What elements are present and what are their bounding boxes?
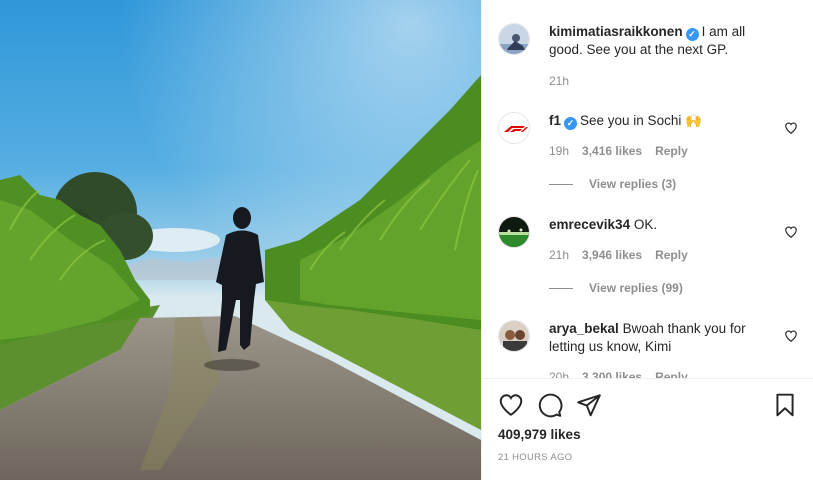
heart-icon[interactable] [784,121,798,135]
comment-time[interactable]: 19h [549,144,569,158]
f1-logo-icon [504,126,528,132]
raised-hands-emoji: 🙌 [685,113,702,128]
comment-text: arya_bekal Bwoah thank you for letting u… [549,320,764,356]
view-replies-button[interactable]: View replies (99) [549,281,683,295]
comment-username[interactable]: emrecevik34 [549,217,630,232]
reply-button[interactable]: Reply [655,248,688,262]
avatar-emrecevik34[interactable] [498,216,530,248]
verified-badge-icon: ✓ [564,117,578,130]
avatar-f1[interactable] [498,112,530,144]
view-replies-label: View replies (3) [589,177,677,191]
post-photo[interactable] [0,0,481,480]
comment-meta: 19h 3,416 likes Reply [549,144,701,158]
caption-time[interactable]: 21h [549,74,569,88]
comment-text: emrecevik34 OK. [549,216,764,234]
view-replies-button[interactable]: View replies (3) [549,177,676,191]
comment-likes[interactable]: 3,416 likes [582,144,642,158]
heart-icon[interactable] [498,392,524,418]
caption-text: kimimatiasraikkonen ✓ I am all good. See y… [549,23,764,59]
comment-meta: 21h 3,946 likes Reply [549,248,701,262]
likes-count[interactable]: 409,979 likes [498,427,581,442]
comment-meta: 20h 3,300 likes Reply [549,370,701,378]
comment-time[interactable]: 21h [549,248,569,262]
comment-icon[interactable] [537,392,563,418]
comment-likes[interactable]: 3,946 likes [582,248,642,262]
reply-button[interactable]: Reply [655,144,688,158]
action-icons [498,392,798,418]
divider-line [549,183,573,185]
instagram-post: kimimatiasraikkonen ✓ I am all good. See y… [0,0,813,480]
reply-button[interactable]: Reply [655,370,688,378]
bookmark-icon[interactable] [772,392,798,418]
heart-icon[interactable] [784,225,798,239]
comment-body: See you in Sochi [580,113,682,128]
verified-badge-icon: ✓ [685,28,699,41]
caption-username[interactable]: kimimatiasraikkonen [549,24,683,39]
avatar-arya_bekal[interactable] [498,320,530,352]
caption-meta: 21h [549,74,582,88]
avatar-kimimatiasraikkonen[interactable] [498,23,530,55]
comment-likes[interactable]: 3,300 likes [582,370,642,378]
comments-panel: kimimatiasraikkonen ✓ I am all good. See y… [481,0,813,480]
divider-line [549,287,573,289]
comment-username[interactable]: f1 [549,113,561,128]
comments-list[interactable]: kimimatiasraikkonen ✓ I am all good. See y… [482,0,813,378]
comment-text: f1 ✓ See you in Sochi 🙌 [549,112,764,130]
share-icon[interactable] [576,392,602,418]
post-time[interactable]: 21 HOURS AGO [498,452,572,463]
comment-username[interactable]: arya_bekal [549,321,619,336]
post-actions: 409,979 likes 21 HOURS AGO [482,378,813,480]
photo-scene [0,0,481,480]
view-replies-label: View replies (99) [589,281,683,295]
comment-body: OK. [633,217,658,232]
comment-time[interactable]: 20h [549,370,569,378]
heart-icon[interactable] [784,329,798,343]
